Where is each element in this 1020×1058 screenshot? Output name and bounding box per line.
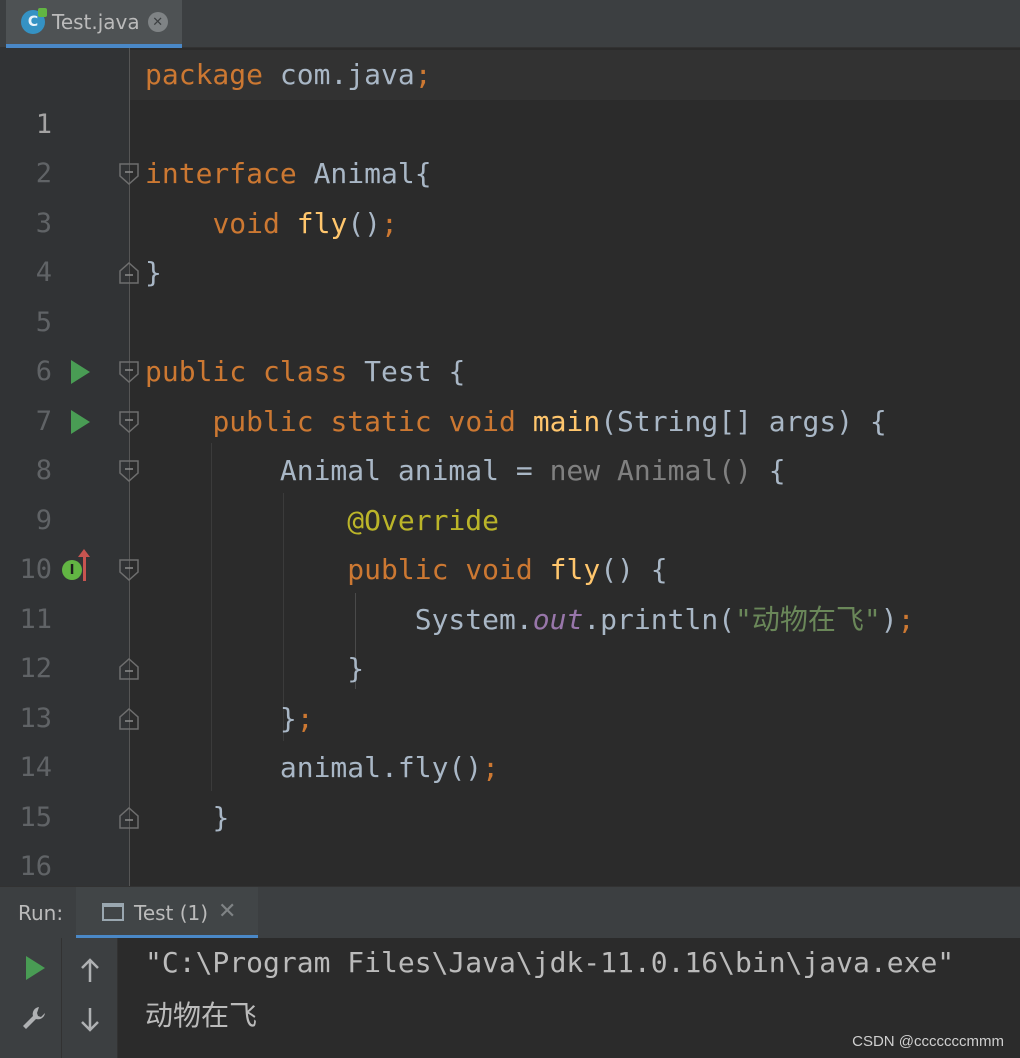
run-tab-name: Test (1) [134,901,209,925]
fold-open-icon[interactable] [119,410,139,433]
run-navigation-toolbar [62,938,118,1058]
run-label: Run: [18,901,64,925]
code-line-17[interactable]: 17 [0,842,1020,886]
code-line-11[interactable]: 11 I public void fly() { [0,545,1020,635]
console-icon [102,903,124,921]
code-text: public static void main(String[] args) { [212,404,887,438]
code-line-2[interactable]: 2 [0,100,1020,189]
close-icon[interactable]: ✕ [218,899,236,924]
wrench-icon[interactable] [20,1004,48,1036]
go-to-super-arrow-icon[interactable] [78,549,90,581]
code-line-7[interactable]: 7 public class Test { [0,347,1020,437]
tab-run-test[interactable]: Test (1) ✕ [76,887,258,939]
code-line-1[interactable]: 1 package com.java; [0,50,1020,140]
fold-open-icon[interactable] [119,559,139,581]
code-line-9[interactable]: 9 Animal animal = new Animal() { [0,446,1020,536]
code-line-14[interactable]: 14 }; [0,694,1020,784]
fold-close-icon[interactable] [119,658,139,680]
code-text: } [212,800,230,834]
fold-close-icon[interactable] [119,707,139,730]
run-toolbar [0,938,62,1058]
code-line-5[interactable]: 5 } [0,248,1020,338]
java-class-icon: C [21,8,47,34]
console-output-line: 动物在飞 [145,999,258,1032]
tab-file-name: Test.java [52,10,140,34]
run-icon[interactable] [71,409,90,434]
close-icon[interactable]: ✕ [147,12,168,32]
code-line-16[interactable]: 16 } [0,793,1020,883]
rerun-icon[interactable] [26,956,45,980]
code-line-13[interactable]: 13 } [0,644,1020,734]
code-text: package com.java; [145,58,432,91]
run-console: "C:\Program Files\Java\jdk-11.0.16\bin\j… [0,938,1020,1058]
editor-tab-bar: C Test.java ✕ [0,0,1020,48]
code-line-6[interactable]: 6 [0,298,1020,387]
code-text: }; [279,701,314,735]
implements-method-icon[interactable]: I [62,560,82,580]
code-line-12[interactable]: 12 System.out.println("动物在飞"); [0,595,1020,685]
code-text: } [347,652,365,685]
code-line-3[interactable]: 3 interface Animal{ [0,149,1020,239]
code-line-15[interactable]: 15 animal.fly(); [0,743,1020,833]
code-line-10[interactable]: 10 @Override [0,496,1020,586]
fold-open-icon[interactable] [119,460,139,482]
code-text: animal.fly(); [279,751,500,784]
console-output-line: "C:\Program Files\Java\jdk-11.0.16\bin\j… [145,946,955,979]
run-tool-window-header: Run: Test (1) ✕ [0,886,1020,939]
code-text: @Override [347,503,500,537]
code-line-4[interactable]: 4 void fly(); [0,199,1020,289]
code-editor[interactable]: 1 package com.java; 2 3 interface Animal… [0,48,1020,886]
fold-close-icon[interactable] [119,806,139,829]
code-text: public class Test { [145,355,466,388]
fold-open-icon[interactable] [119,361,139,383]
fold-open-icon[interactable] [119,163,139,185]
watermark: CSDN @cccccccmmm [852,1033,1004,1050]
arrow-up-icon[interactable] [78,956,102,988]
code-text: } [145,256,162,289]
code-line-8[interactable]: 8 public static void main(String[] args)… [0,397,1020,487]
run-icon[interactable] [71,360,90,384]
fold-close-icon[interactable] [119,262,139,284]
code-text: interface Animal{ [145,157,432,190]
arrow-down-icon[interactable] [78,1006,102,1038]
code-text: System.out.println("动物在飞"); [414,602,915,636]
code-text: public void fly() { [347,553,668,586]
tab-test-java[interactable]: C Test.java ✕ [6,0,182,48]
code-text: void fly(); [212,206,398,240]
code-text: Animal animal = new Animal() { [279,454,786,487]
